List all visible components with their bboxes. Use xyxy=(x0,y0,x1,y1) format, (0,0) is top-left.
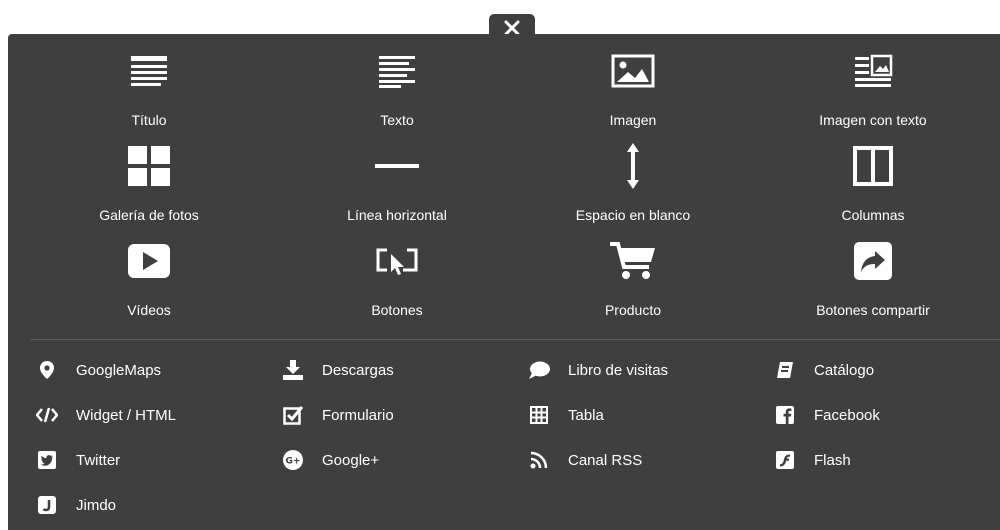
tile-video[interactable]: Vídeos xyxy=(24,224,274,318)
google-plus-icon: G+ xyxy=(282,449,304,471)
item-table[interactable]: Tabla xyxy=(528,402,758,428)
flash-icon xyxy=(774,449,796,471)
tile-image[interactable]: Imagen xyxy=(508,34,758,128)
tile-title[interactable]: Título xyxy=(24,34,274,128)
vertical-space-icon xyxy=(608,143,658,189)
facebook-icon xyxy=(774,404,796,426)
tile-text[interactable]: Texto xyxy=(272,34,522,128)
item-label: Catálogo xyxy=(814,361,875,379)
item-flash[interactable]: Flash xyxy=(774,447,1000,473)
tile-label: Columnas xyxy=(841,207,905,223)
item-label: GoogleMaps xyxy=(76,361,162,379)
download-icon xyxy=(282,359,304,381)
item-label: Descargas xyxy=(322,361,394,379)
item-twitter[interactable]: Twitter xyxy=(36,447,266,473)
item-rss[interactable]: Canal RSS xyxy=(528,447,758,473)
rss-icon xyxy=(528,449,550,471)
item-googlemaps[interactable]: GoogleMaps xyxy=(36,357,266,383)
item-jimdo[interactable]: Jimdo xyxy=(36,492,266,518)
item-label: Tabla xyxy=(568,406,604,424)
item-google-plus[interactable]: G+ Google+ xyxy=(282,447,512,473)
video-icon xyxy=(124,242,174,280)
tile-share-buttons[interactable]: Botones compartir xyxy=(748,224,998,318)
text-icon xyxy=(372,52,422,90)
image-text-icon xyxy=(848,52,898,90)
title-icon xyxy=(124,52,174,90)
button-cursor-icon xyxy=(372,242,422,280)
item-downloads[interactable]: Descargas xyxy=(282,357,512,383)
tile-label: Vídeos xyxy=(127,302,171,318)
tile-label: Título xyxy=(131,112,167,128)
horizontal-line-icon xyxy=(372,147,422,185)
tile-label: Galería de fotos xyxy=(99,207,199,223)
item-label: Jimdo xyxy=(76,496,117,514)
tile-horizontal-line[interactable]: Línea horizontal xyxy=(272,129,522,223)
item-label: Libro de visitas xyxy=(568,361,669,379)
image-icon xyxy=(608,52,658,90)
jimdo-icon xyxy=(36,494,58,516)
tile-label: Imagen con texto xyxy=(819,112,927,128)
checkbox-icon xyxy=(282,404,304,426)
item-label: Twitter xyxy=(76,451,121,469)
code-icon xyxy=(36,404,58,426)
tile-columns[interactable]: Columnas xyxy=(748,129,998,223)
catalog-icon xyxy=(774,359,796,381)
item-label: Formulario xyxy=(322,406,394,424)
tile-buttons[interactable]: Botones xyxy=(272,224,522,318)
add-element-panel: Título Texto Imagen Imagen con texto Gal… xyxy=(8,34,1000,530)
twitter-icon xyxy=(36,449,58,471)
chat-bubble-icon xyxy=(528,359,550,381)
divider xyxy=(30,339,1000,340)
tile-label: Imagen xyxy=(609,112,657,128)
tile-label: Botones xyxy=(371,302,423,318)
tile-image-text[interactable]: Imagen con texto xyxy=(748,34,998,128)
item-guestbook[interactable]: Libro de visitas xyxy=(528,357,758,383)
tile-label: Producto xyxy=(604,302,662,318)
item-label: Widget / HTML xyxy=(76,406,177,424)
tile-blank-space[interactable]: Espacio en blanco xyxy=(508,129,758,223)
tile-label: Botones compartir xyxy=(816,302,930,318)
columns-icon xyxy=(848,146,898,186)
tile-product[interactable]: Producto xyxy=(508,224,758,318)
item-label: Flash xyxy=(814,451,851,469)
item-catalog[interactable]: Catálogo xyxy=(774,357,1000,383)
tile-label: Espacio en blanco xyxy=(575,207,691,223)
share-icon xyxy=(848,242,898,280)
item-label: Google+ xyxy=(322,451,380,469)
item-facebook[interactable]: Facebook xyxy=(774,402,1000,428)
item-label: Canal RSS xyxy=(568,451,643,469)
tile-gallery[interactable]: Galería de fotos xyxy=(24,129,274,223)
cart-icon xyxy=(608,242,658,280)
table-icon xyxy=(528,404,550,426)
tile-label: Texto xyxy=(380,112,414,128)
map-pin-icon xyxy=(36,359,58,381)
item-label: Facebook xyxy=(814,406,880,424)
svg-text:G+: G+ xyxy=(286,457,301,467)
item-form[interactable]: Formulario xyxy=(282,402,512,428)
item-widget-html[interactable]: Widget / HTML xyxy=(36,402,266,428)
gallery-icon xyxy=(124,146,174,186)
tile-label: Línea horizontal xyxy=(347,207,447,223)
